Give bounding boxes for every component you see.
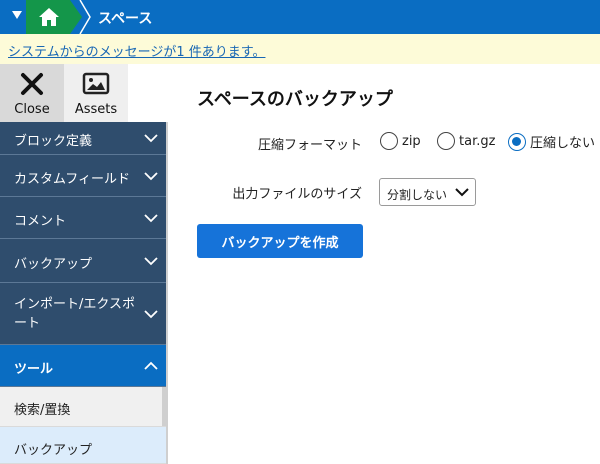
assets-button[interactable]: Assets [64,64,128,122]
sidebar-subitem-label: 検索/置換 [14,403,71,418]
create-backup-button[interactable]: バックアップを作成 [197,224,363,258]
home-button[interactable] [26,0,82,34]
chevron-up-icon [144,361,158,370]
sidebar-item-label: インポート/エクスポート [14,297,135,331]
sidebar-subitem-label: バックアップ [14,443,93,458]
output-file-size-value: 分割しない [387,188,448,202]
output-file-size-select[interactable]: 分割しない [379,178,476,206]
chevron-down-icon [144,172,158,181]
radio-no-compression[interactable]: 圧縮しない [508,132,595,151]
sidebar-item-label: カスタムフィールド [14,172,130,187]
output-file-size-label: 出力ファイルのサイズ [232,187,362,202]
radio-zip-circle[interactable] [380,132,398,150]
chevron-down-icon [144,214,158,223]
sidebar-item-label: バックアップ [14,257,93,272]
radio-targz-circle[interactable] [437,132,455,150]
breadcrumb-space[interactable]: スペース [98,8,152,28]
top-bar: スペース [0,0,600,34]
sidebar-subitem-backup[interactable]: バックアップ [0,427,166,464]
chevron-down-icon [144,257,158,266]
radio-no-compression-circle[interactable] [508,132,526,151]
home-icon [39,8,59,26]
close-button[interactable]: Close [0,64,64,122]
sidebar: ブロック定義 カスタムフィールド コメント バックアップ インポート/エクスポー… [0,122,168,464]
sidebar-item-backup[interactable]: バックアップ [0,239,166,283]
sidebar-item-label: ツール [14,362,54,377]
chevron-down-icon [144,134,158,143]
assets-label: Assets [74,102,118,117]
system-message-bar: システムからのメッセージが1 件あります。 [0,34,600,64]
radio-zip-label: zip [402,133,421,149]
sidebar-item-custom-fields[interactable]: カスタムフィールド [0,155,166,197]
menu-caret-icon[interactable] [12,11,22,19]
radio-no-compression-label: 圧縮しない [530,136,596,151]
sidebar-item-label: コメント [14,214,67,229]
system-message-link[interactable]: システムからのメッセージが1 件あります。 [8,41,265,60]
sidebar-item-tools[interactable]: ツール [0,345,166,387]
radio-targz[interactable]: tar.gz [437,132,495,150]
sidebar-item-block-definitions[interactable]: ブロック定義 [0,122,166,155]
sidebar-item-comments[interactable]: コメント [0,197,166,239]
chevron-down-icon [144,310,158,319]
radio-targz-label: tar.gz [459,133,496,149]
close-icon [21,73,43,95]
sidebar-item-import-export[interactable]: インポート/エクスポート [0,283,166,345]
chevron-down-icon [455,188,469,197]
page-title: スペースのバックアップ [197,89,393,110]
radio-zip[interactable]: zip [380,132,421,150]
sidebar-item-label: ブロック定義 [14,134,93,149]
compression-format-label: 圧縮フォーマット [257,138,362,153]
breadcrumb-separator-icon [79,0,91,34]
sidebar-subitem-search-replace[interactable]: 検索/置換 [0,387,166,427]
close-label: Close [14,102,50,117]
image-icon [82,72,110,95]
